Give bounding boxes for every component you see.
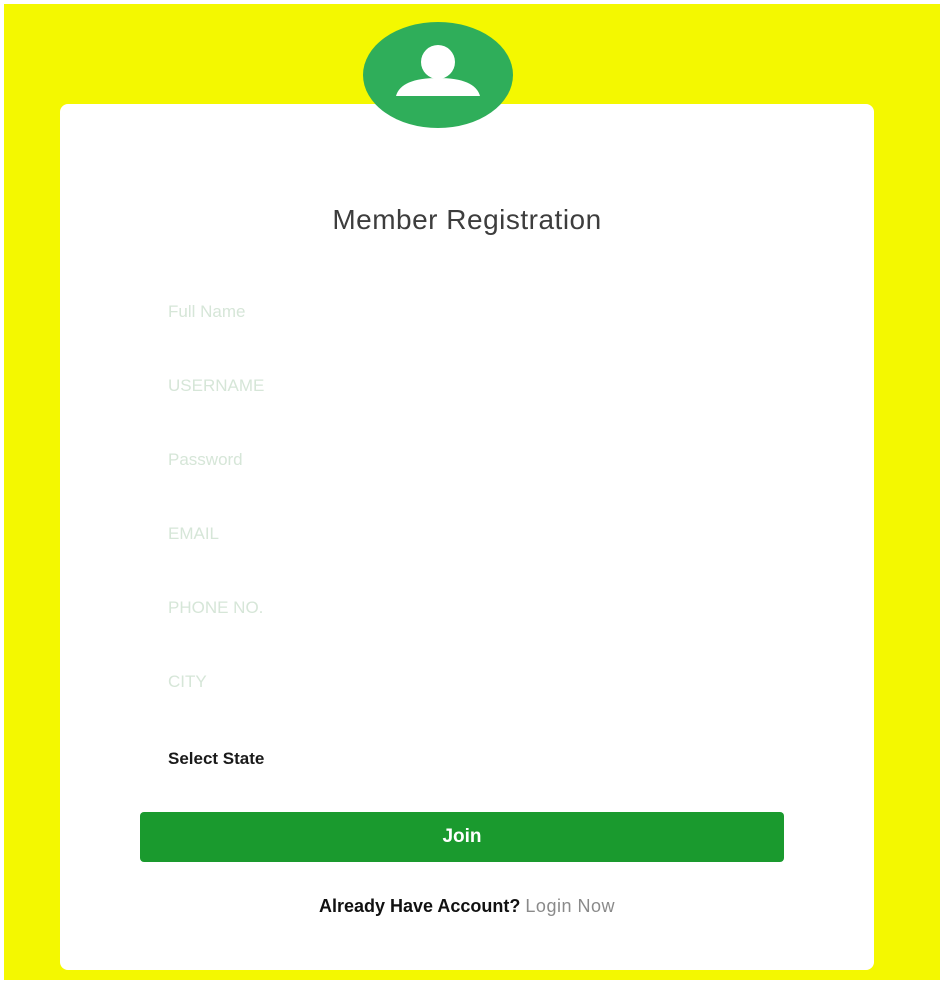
- city-input[interactable]: [164, 662, 784, 702]
- username-input[interactable]: [164, 366, 784, 406]
- user-avatar-icon: [363, 22, 513, 128]
- page-background: Member Registration Select State Join Al…: [4, 4, 940, 980]
- state-select[interactable]: Select State: [164, 744, 788, 774]
- page-title: Member Registration: [332, 204, 602, 235]
- registration-card: Member Registration Select State Join Al…: [60, 104, 874, 970]
- user-icon: [396, 45, 480, 96]
- phone-input[interactable]: [164, 588, 784, 628]
- join-button[interactable]: Join: [140, 812, 784, 862]
- already-have-account-text: Already Have Account?: [319, 896, 521, 916]
- login-prompt: Already Have Account? Login Now: [60, 896, 874, 917]
- password-input[interactable]: [164, 440, 784, 480]
- email-input[interactable]: [164, 514, 784, 554]
- full-name-input[interactable]: [164, 292, 784, 332]
- login-now-link[interactable]: Login Now: [525, 896, 615, 916]
